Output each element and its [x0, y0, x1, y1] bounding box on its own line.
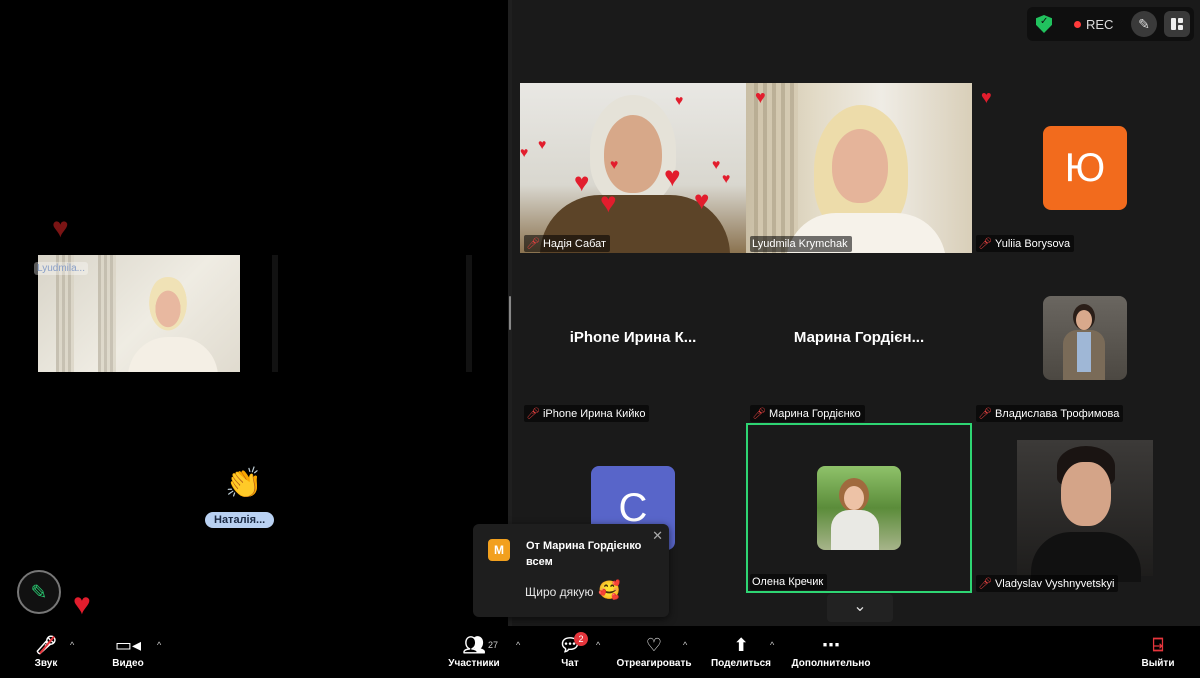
view-layout-button[interactable]	[1164, 11, 1190, 37]
collapse-chevron-button[interactable]: ⌄	[827, 594, 893, 622]
notification-sender: От Марина Гордієнко всем	[526, 540, 642, 568]
participant-tile-active-speaker[interactable]: Олена Кречик	[746, 423, 972, 593]
chat-options-caret-icon[interactable]: ^	[596, 640, 600, 650]
pen-icon: ✎	[1138, 15, 1150, 32]
smiling-face-with-hearts-icon: 🥰	[598, 580, 621, 600]
participant-name: Надія Сабат	[542, 238, 607, 250]
heart-reaction-icon: ♥	[73, 588, 91, 621]
mic-muted-icon: 🎤︎	[978, 408, 992, 420]
close-icon[interactable]: ✕	[652, 528, 663, 544]
participants-label: Участники	[448, 658, 500, 669]
participant-name: Yuliia Borysova	[994, 238, 1071, 250]
participant-video	[1017, 440, 1153, 582]
participant-tile[interactable]: ♥ ♥ ♥ ♥ ♥ ♥ ♥ ♥ ♥ ♥ 🎤︎ Надія Сабат	[520, 83, 746, 253]
mic-muted-icon: 🎤︎	[978, 238, 992, 250]
share-label: Поделиться	[710, 658, 771, 669]
participant-tile[interactable]: Марина Гордієн... 🎤︎ Марина Гордієнко	[746, 253, 972, 423]
recording-indicator[interactable]: REC	[1074, 17, 1113, 32]
chat-unread-badge: 2	[574, 632, 588, 646]
annotate-pen-button[interactable]: ✎	[17, 570, 61, 614]
video-label: Видео	[112, 658, 144, 669]
avatar: Ю	[1043, 126, 1127, 210]
participant-name: iPhone Ирина Кийко	[542, 408, 646, 420]
participant-tile[interactable]: 🎤︎ Vladyslav Vyshnyvetskyi	[972, 423, 1198, 593]
divider	[466, 255, 472, 372]
chat-notification[interactable]: M От Марина Гордієнко всем Щиро дякую 🥰 …	[473, 524, 669, 617]
raised-hand-icon: 👏	[225, 467, 263, 500]
annotate-button[interactable]: ✎	[1131, 11, 1157, 37]
participant-tile[interactable]: Ю 🎤︎ Yuliia Borysova	[972, 83, 1198, 253]
avatar	[1043, 296, 1127, 380]
react-options-caret-icon[interactable]: ^	[683, 640, 687, 650]
participant-name: Олена Кречик	[752, 576, 824, 588]
react-button[interactable]: ♡ Отреагировать	[615, 632, 693, 669]
share-options-caret-icon[interactable]: ^	[770, 640, 774, 650]
mic-muted-icon: 🎤︎	[752, 408, 766, 420]
heart-reaction-icon: ♥	[52, 212, 69, 243]
chevron-down-icon: ⌄	[853, 598, 867, 615]
shared-video-label: Lyudmila...	[34, 262, 88, 275]
participant-name: Марина Гордієнко	[768, 408, 861, 420]
participant-name: Lyudmila Krymchak	[752, 238, 848, 250]
participant-name: Vladyslav Vyshnyvetskyi	[994, 578, 1115, 590]
video-camera-icon: ▭◂	[114, 635, 142, 655]
participant-tile[interactable]: Lyudmila Krymchak	[746, 83, 972, 253]
react-label: Отреагировать	[616, 658, 692, 669]
notification-message: Щиро дякую	[525, 585, 594, 599]
avatar	[817, 466, 901, 550]
share-button[interactable]: ⬆︎ Поделиться	[710, 632, 772, 669]
mic-muted-icon: 🎤︎	[526, 408, 540, 420]
shared-screen: ♥ Lyudmila... 👏 Наталія... ✎ ♥	[0, 0, 508, 626]
meeting-toolbar: 🎤︎ Звук ^ ▭◂ Видео ^ 👥︎ Участники 27 ^ 💬…	[0, 626, 1200, 678]
video-options-caret-icon[interactable]: ^	[157, 640, 161, 650]
audio-button[interactable]: 🎤︎ Звук	[30, 632, 62, 669]
audio-label: Звук	[34, 658, 58, 669]
more-dots-icon: ⋯	[822, 635, 840, 655]
mic-muted-icon: 🎤︎	[978, 578, 992, 590]
more-label: Дополнительно	[791, 658, 871, 669]
leave-button[interactable]: ⍈ Выйти	[1140, 632, 1176, 669]
leave-label: Выйти	[1141, 658, 1175, 669]
participant-tile[interactable]: iPhone Ирина К... 🎤︎ iPhone Ирина Кийко	[520, 253, 746, 423]
heart-icon: ♡	[645, 635, 663, 655]
security-shield-icon[interactable]	[1036, 15, 1052, 33]
more-button[interactable]: ⋯ Дополнительно	[790, 632, 872, 669]
participants-button[interactable]: 👥︎ Участники	[445, 632, 503, 669]
leave-door-icon: ⍈	[1152, 635, 1164, 655]
meeting-status-bar: REC ✎	[1027, 7, 1194, 41]
participant-name: Владислава Трофимова	[994, 408, 1120, 420]
video-button[interactable]: ▭◂ Видео	[110, 632, 146, 669]
participant-display-name: Марина Гордієн...	[793, 329, 925, 346]
chat-label: Чат	[561, 658, 579, 669]
avatar: M	[488, 539, 510, 561]
participant-display-name: iPhone Ирина К...	[569, 329, 697, 346]
participants-options-caret-icon[interactable]: ^	[516, 640, 520, 650]
participant-tile[interactable]: 🎤︎ Владислава Трофимова	[972, 253, 1198, 423]
mic-muted-icon: 🎤︎	[30, 632, 62, 658]
pen-icon: ✎	[30, 581, 48, 604]
divider	[272, 255, 278, 372]
audio-options-caret-icon[interactable]: ^	[70, 640, 74, 650]
heart-reaction-icon: ♥	[755, 87, 766, 107]
reaction-name-pill: Наталія...	[205, 512, 275, 528]
mic-muted-icon: 🎤︎	[526, 238, 540, 250]
share-screen-icon: ⬆︎	[733, 635, 749, 655]
participants-count: 27	[488, 640, 499, 650]
